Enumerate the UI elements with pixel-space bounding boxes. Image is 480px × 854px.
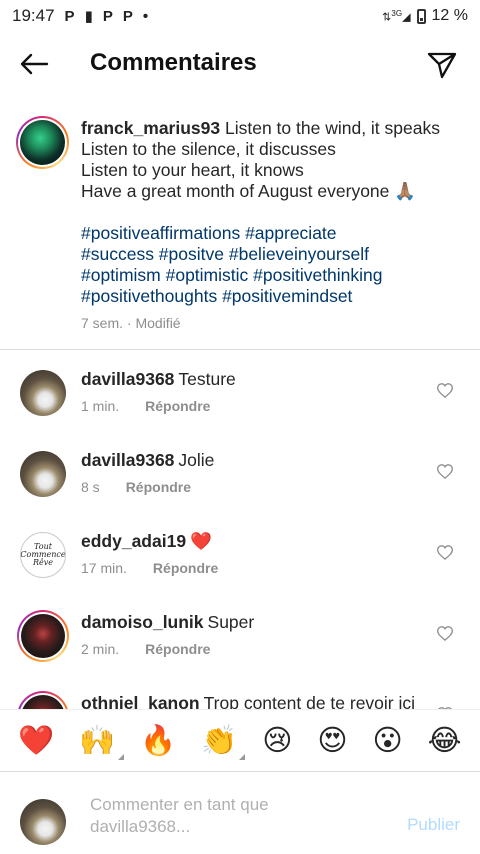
post-caption: franck_marius93 Listen to the wind, it s… [0, 108, 480, 350]
reply-button[interactable]: Répondre [145, 398, 210, 414]
comment-text: Testure [178, 369, 236, 389]
avatar[interactable] [20, 370, 66, 416]
avatar[interactable]: Tout Commence Rêve [20, 532, 66, 578]
comment-time: 2 min. [81, 641, 120, 657]
notification-p-icon: P [102, 7, 113, 25]
emoji-surprised[interactable]: 😮 [372, 724, 402, 758]
caption-line: Listen to the silence, it discusses [81, 139, 336, 159]
comment-body: damoiso_lunik Super [81, 611, 421, 633]
back-button[interactable] [14, 48, 54, 80]
reply-button[interactable]: Répondre [126, 479, 191, 495]
status-time: 19:47 [12, 6, 55, 25]
comment-text: Super [207, 612, 255, 632]
comment-time: 1 min. [81, 398, 120, 414]
like-button[interactable] [436, 543, 454, 561]
hashtag-line[interactable]: #success #positve #believeinyourself [81, 244, 471, 265]
comment-body: eddy_adai19 ❤️ [81, 530, 421, 552]
app-header: Commentaires [0, 32, 480, 96]
arrow-left-icon [20, 53, 49, 75]
heart-icon [437, 625, 453, 641]
comment-item: othniel_kanon Trop content de te revoir i… [0, 675, 480, 709]
emoji-fire[interactable]: 🔥 [140, 724, 176, 758]
comment-username[interactable]: othniel_kanon [81, 693, 200, 709]
comment-list[interactable]: davilla9368 Testure 1 min. Répondre davill… [0, 351, 480, 709]
avatar [20, 120, 65, 165]
caption-line: Listen to the wind, it speaks [225, 118, 440, 138]
emoji-laughing[interactable]: 😂 [428, 724, 462, 758]
status-bar: 19:47 P ▮ P P • ⇅3G◢ 12 % [0, 0, 480, 32]
avatar [21, 614, 65, 658]
comment-item: damoiso_lunik Super 2 min. Répondre [0, 594, 480, 675]
comment-meta: 17 min. Répondre [81, 560, 218, 576]
hashtag-line[interactable]: #optimism #optimistic #positivethinking [81, 265, 471, 286]
comment-username[interactable]: eddy_adai19 [81, 531, 186, 551]
reply-button[interactable]: Répondre [153, 560, 218, 576]
reply-button[interactable]: Répondre [145, 641, 210, 657]
battery-icon [416, 8, 426, 24]
comment-text: Trop content de te revoir ici [203, 693, 416, 709]
comment-body: davilla9368 Testure [81, 368, 421, 390]
emoji-crying[interactable]: 😢 [262, 724, 292, 758]
comment-username[interactable]: davilla9368 [81, 369, 174, 389]
caption-text: franck_marius93 Listen to the wind, it s… [81, 118, 471, 307]
avatar-ring[interactable] [17, 610, 69, 662]
comment-meta: 2 min. Répondre [81, 641, 210, 657]
hashtag-line[interactable]: #positivethoughts #positivemindset [81, 286, 471, 307]
comment-username[interactable]: damoiso_lunik [81, 612, 204, 632]
comment-text: ❤️ [190, 531, 212, 551]
comment-meta: 1 min. Répondre [81, 398, 210, 414]
comment-composer: Commenter en tant que davilla9368... Pub… [0, 771, 480, 854]
caption-line: Listen to your heart, it knows [81, 160, 304, 180]
comment-item: davilla9368 Jolie 8 s Répondre [0, 432, 480, 513]
more-notifications-dot: • [142, 7, 149, 25]
avatar [21, 695, 65, 709]
notification-p-icon: P [64, 7, 75, 25]
network-signal-icon: ⇅3G◢ [382, 8, 411, 24]
avatar-ring[interactable] [17, 691, 69, 709]
comment-username[interactable]: davilla9368 [81, 450, 174, 470]
heart-icon [437, 544, 453, 560]
comment-text: Jolie [178, 450, 215, 470]
caption-meta: 7 sem. · Modifié [81, 315, 181, 331]
divider [0, 349, 480, 350]
battery-percent: 12 % [431, 7, 468, 24]
like-button[interactable] [436, 624, 454, 642]
comment-body: othniel_kanon Trop content de te revoir i… [81, 692, 421, 709]
comment-meta: 8 s Répondre [81, 479, 191, 495]
comment-item: davilla9368 Testure 1 min. Répondre [0, 351, 480, 432]
emoji-raising-hands[interactable]: 🙌 [79, 724, 124, 760]
current-user-avatar [20, 799, 66, 845]
comment-item: Tout Commence Rêve eddy_adai19 ❤️ 17 min.… [0, 513, 480, 594]
like-button[interactable] [436, 381, 454, 399]
hashtags: #positiveaffirmations #appreciate #succe… [81, 223, 471, 307]
comment-body: davilla9368 Jolie [81, 449, 421, 471]
emoji-clapping[interactable]: 👏 [201, 724, 246, 760]
caption-avatar[interactable] [16, 116, 69, 169]
comment-time: 8 s [81, 479, 100, 495]
caption-line: Have a great month of August everyone 🙏🏽 [81, 181, 417, 201]
caption-username[interactable]: franck_marius93 [81, 118, 220, 138]
heart-icon [437, 463, 453, 479]
emoji-heart-eyes[interactable]: 😍 [317, 724, 347, 758]
emoji-quick-bar: ❤️ 🙌 🔥 👏 😢 😍 😮 😂 [0, 709, 480, 771]
like-button[interactable] [436, 462, 454, 480]
hashtag-line[interactable]: #positiveaffirmations #appreciate [81, 223, 471, 244]
emoji-heart[interactable]: ❤️ [18, 724, 54, 758]
comment-time: 17 min. [81, 560, 127, 576]
battery-saver-icon: ▮ [84, 8, 93, 25]
send-icon [427, 52, 457, 79]
share-button[interactable] [424, 48, 460, 82]
notification-p-icon: P [122, 7, 133, 25]
comment-input[interactable]: Commenter en tant que davilla9368... [90, 794, 370, 838]
page-title: Commentaires [90, 49, 257, 76]
publish-button[interactable]: Publier [407, 815, 460, 835]
heart-icon [437, 382, 453, 398]
avatar[interactable] [20, 451, 66, 497]
